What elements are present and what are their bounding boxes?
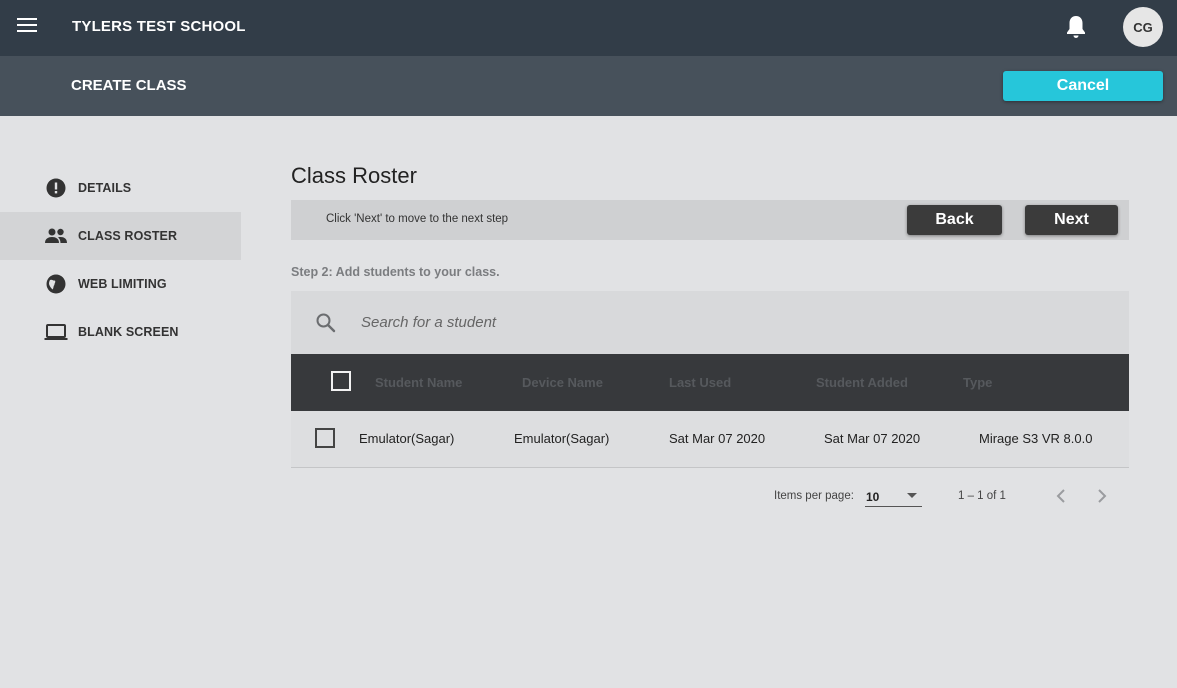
cancel-button[interactable]: Cancel bbox=[1003, 71, 1163, 101]
sidebar-item-details[interactable]: DETAILS bbox=[0, 164, 241, 212]
page-title: Class Roster bbox=[291, 163, 417, 188]
back-button[interactable]: Back bbox=[907, 205, 1002, 235]
column-header[interactable]: Type bbox=[963, 375, 992, 390]
row-checkbox[interactable] bbox=[315, 428, 335, 448]
column-header[interactable]: Student Added bbox=[816, 375, 908, 390]
next-button[interactable]: Next bbox=[1025, 205, 1118, 235]
page-header-bar: CREATE CLASS Cancel bbox=[0, 56, 1177, 116]
people-icon bbox=[44, 224, 68, 248]
search-icon bbox=[315, 312, 337, 334]
sidebar-item-label: WEB LIMITING bbox=[78, 277, 167, 291]
chevron-left-icon bbox=[1056, 489, 1065, 503]
sidebar-item-label: CLASS ROSTER bbox=[78, 229, 178, 243]
cell-last-used: Sat Mar 07 2020 bbox=[669, 431, 766, 446]
sidebar-item-label: DETAILS bbox=[78, 181, 132, 195]
school-name: TYLERS TEST SCHOOL bbox=[72, 18, 246, 35]
alert-circle-icon bbox=[44, 176, 68, 200]
user-avatar[interactable]: CG bbox=[1123, 7, 1163, 47]
column-header[interactable]: Last Used bbox=[669, 375, 731, 390]
step-toolbar: Click 'Next' to move to the next step Ba… bbox=[291, 200, 1129, 240]
hamburger-menu-icon[interactable] bbox=[17, 18, 37, 36]
items-per-page-select[interactable]: 10 bbox=[865, 484, 922, 507]
cell-student-name: Emulator(Sagar) bbox=[359, 431, 455, 446]
cell-student-added: Sat Mar 07 2020 bbox=[824, 431, 921, 446]
step-instruction: Step 2: Add students to your class. bbox=[291, 265, 500, 279]
cell-type: Mirage S3 VR 8.0.0 bbox=[979, 431, 1093, 446]
laptop-icon bbox=[44, 320, 68, 344]
student-search-bar bbox=[291, 291, 1129, 354]
pagination-range: 1 – 1 of 1 bbox=[958, 490, 1006, 502]
items-per-page-label: Items per page: bbox=[774, 490, 854, 502]
column-header[interactable]: Device Name bbox=[522, 375, 603, 390]
bell-icon[interactable] bbox=[1064, 14, 1088, 40]
sidebar-item-web-limiting[interactable]: WEB LIMITING bbox=[0, 260, 241, 308]
top-app-bar: TYLERS TEST SCHOOL CG bbox=[0, 0, 1177, 56]
chevron-right-icon bbox=[1098, 489, 1107, 503]
table-row[interactable]: Emulator(Sagar) Emulator(Sagar) Sat Mar … bbox=[291, 411, 1129, 468]
previous-page-button[interactable] bbox=[1052, 486, 1072, 506]
sidebar-item-class-roster[interactable]: CLASS ROSTER bbox=[0, 212, 241, 260]
sidebar-item-blank-screen[interactable]: BLANK SCREEN bbox=[0, 308, 241, 356]
chevron-down-icon bbox=[907, 493, 917, 498]
page-header-title: CREATE CLASS bbox=[71, 77, 187, 94]
sidebar-item-label: BLANK SCREEN bbox=[78, 325, 179, 339]
table-header: Student Name Device Name Last Used Stude… bbox=[291, 354, 1129, 411]
cell-device-name: Emulator(Sagar) bbox=[514, 431, 610, 446]
select-all-checkbox[interactable] bbox=[331, 371, 351, 391]
globe-icon bbox=[44, 272, 68, 296]
next-page-button[interactable] bbox=[1092, 486, 1112, 506]
column-header[interactable]: Student Name bbox=[375, 375, 462, 390]
items-per-page-value: 10 bbox=[866, 490, 880, 504]
search-input[interactable] bbox=[361, 311, 1061, 333]
step-hint-text: Click 'Next' to move to the next step bbox=[326, 213, 509, 225]
